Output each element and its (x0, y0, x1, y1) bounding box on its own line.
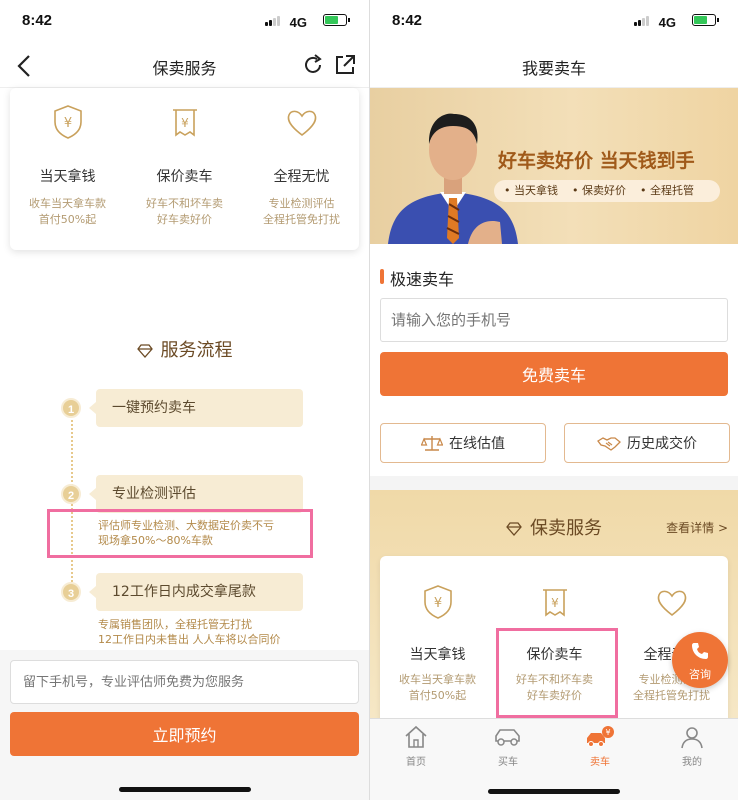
receipt-icon: ¥ (542, 589, 567, 617)
status-time: 8:42 (22, 12, 53, 29)
service-title-text: 保卖服务 (530, 518, 602, 539)
banner-tag: • 全程托管 (640, 184, 694, 197)
nav-bar: 我要卖车 (370, 44, 738, 88)
banner-tag: • 保卖好价 (572, 184, 626, 197)
svg-text:¥: ¥ (551, 596, 559, 610)
benefit-desc: 首付50%起 (408, 689, 467, 702)
scale-icon (420, 436, 444, 451)
banner-slogan: 好车卖好价 当天钱到手 (498, 150, 695, 172)
left-screen: 8:42 4G 保卖服务 ¥ 当天拿钱 收车当天拿车款 首付50%起 ¥ 保价卖车… (0, 0, 369, 800)
benefit-item: 全程无忧 专业检测评估全程托管免打扰 (244, 88, 359, 250)
step-number: 2 (61, 484, 81, 504)
handshake-icon (597, 437, 621, 451)
yen-shield-icon: ¥ (423, 585, 452, 619)
step-number: 3 (61, 582, 81, 602)
svg-text:¥: ¥ (181, 116, 189, 130)
section-separator (370, 476, 738, 490)
quick-sell-title: 极速卖车 (380, 266, 454, 290)
yen-shield-icon: ¥ (53, 105, 82, 139)
network-label: 4G (658, 15, 676, 30)
nav-bar: 保卖服务 (0, 44, 369, 88)
phone-icon (692, 643, 708, 659)
car-icon (495, 729, 520, 746)
page-title: 我要卖车 (521, 59, 586, 78)
tab-bar: 首页 买车 ¥ 卖车 我的 (370, 718, 738, 800)
home-indicator (488, 789, 620, 794)
benefit-desc: 好车卖好价 (157, 213, 212, 226)
signal-icon (634, 15, 650, 26)
free-sell-button[interactable]: 免费卖车 (380, 352, 728, 396)
tab-label: 首页 (406, 757, 426, 768)
benefit-desc: 专业检测评估 (268, 197, 335, 210)
share-icon[interactable] (333, 53, 357, 77)
tab-label: 买车 (498, 757, 518, 768)
benefit-desc: 首付50%起 (38, 213, 97, 226)
history-price-label: 历史成交价 (627, 436, 697, 452)
heart-icon (287, 110, 316, 137)
step-title: 一键预约卖车 (89, 389, 303, 427)
benefit-item: ¥ 当天拿钱 收车当天拿车款 首付50%起 (380, 556, 495, 736)
benefit-item: ¥ 保价卖车 好车不和坏车卖 好车卖好价 (127, 88, 242, 250)
diamond-icon (506, 522, 522, 536)
status-bar: 8:42 4G (370, 0, 738, 44)
benefit-desc: 收车当天拿车款 (29, 197, 106, 210)
benefit-item: ¥ 当天拿钱 收车当天拿车款 首付50%起 (10, 88, 125, 250)
signal-icon (265, 15, 281, 26)
tab-buy-car[interactable]: 买车 (462, 725, 554, 768)
tab-label: 卖车 (590, 757, 610, 768)
step-description: 专属销售团队，全程托管无打扰 12工作日内未售出 人人车将以合同价 (98, 617, 328, 647)
benefit-title: 当天拿钱 (39, 169, 96, 185)
step-number: 1 (61, 398, 81, 418)
refresh-icon[interactable] (301, 53, 325, 77)
step-title: 12工作日内成交拿尾款 (89, 573, 303, 611)
status-bar: 8:42 4G (0, 0, 369, 44)
highlight-box (496, 628, 618, 718)
highlight-box (47, 509, 313, 558)
online-valuation-button[interactable]: 在线估值 (380, 423, 546, 463)
phone-input[interactable] (380, 298, 728, 342)
history-price-button[interactable]: 历史成交价 (564, 423, 730, 463)
book-now-button[interactable]: 立即预约 (10, 712, 359, 756)
consult-button[interactable]: 咨询 (672, 632, 728, 688)
view-details-link[interactable]: 查看详情 > (666, 519, 728, 536)
flow-title-text: 服务流程 (160, 340, 233, 361)
consult-label: 咨询 (689, 668, 711, 681)
online-valuation-label: 在线估值 (449, 436, 505, 452)
network-label: 4G (289, 15, 307, 30)
sell-car-icon: ¥ (587, 726, 614, 747)
benefit-desc: 好车不和坏车卖 (146, 197, 223, 210)
user-icon (681, 727, 703, 749)
tab-sell-car[interactable]: ¥ 卖车 (554, 725, 646, 768)
svg-text:¥: ¥ (63, 116, 71, 131)
home-indicator (118, 787, 251, 792)
benefit-title: 当天拿钱 (409, 647, 466, 663)
tab-home[interactable]: 首页 (370, 725, 462, 768)
svg-text:¥: ¥ (433, 596, 441, 611)
battery-icon (692, 14, 719, 26)
benefit-title: 保价卖车 (156, 169, 213, 185)
phone-input[interactable] (10, 660, 359, 704)
benefit-title: 全程无忧 (273, 169, 330, 185)
timeline-line (71, 420, 73, 590)
step-desc-line: 12工作日内未售出 人人车将以合同价 (98, 633, 281, 646)
step-desc-line: 专属销售团队，全程托管无打扰 (98, 618, 252, 631)
svg-text:¥: ¥ (605, 728, 610, 737)
tab-label: 我的 (682, 757, 702, 768)
promo-banner[interactable]: 好车卖好价 当天钱到手 • 当天拿钱 • 保卖好价 • 全程托管 (370, 88, 738, 244)
diamond-icon (136, 344, 153, 358)
benefit-desc: 全程托管免打扰 (263, 213, 340, 226)
flow-section-title: 服务流程 (0, 336, 369, 362)
receipt-icon: ¥ (172, 109, 197, 137)
heart-icon (657, 590, 686, 617)
banner-tag: • 当天拿钱 (504, 184, 558, 197)
step-title: 专业检测评估 (89, 475, 303, 513)
battery-icon (323, 14, 350, 26)
banner-tags: • 当天拿钱 • 保卖好价 • 全程托管 (494, 180, 720, 202)
home-icon (405, 725, 427, 748)
benefit-desc: 收车当天拿车款 (399, 673, 476, 686)
status-time: 8:42 (392, 12, 423, 29)
benefit-card: ¥ 当天拿钱 收车当天拿车款 首付50%起 ¥ 保价卖车 好车不和坏车卖 好车卖好价… (10, 88, 359, 250)
benefit-desc: 全程托管免打扰 (633, 689, 710, 702)
tab-mine[interactable]: 我的 (646, 725, 738, 768)
